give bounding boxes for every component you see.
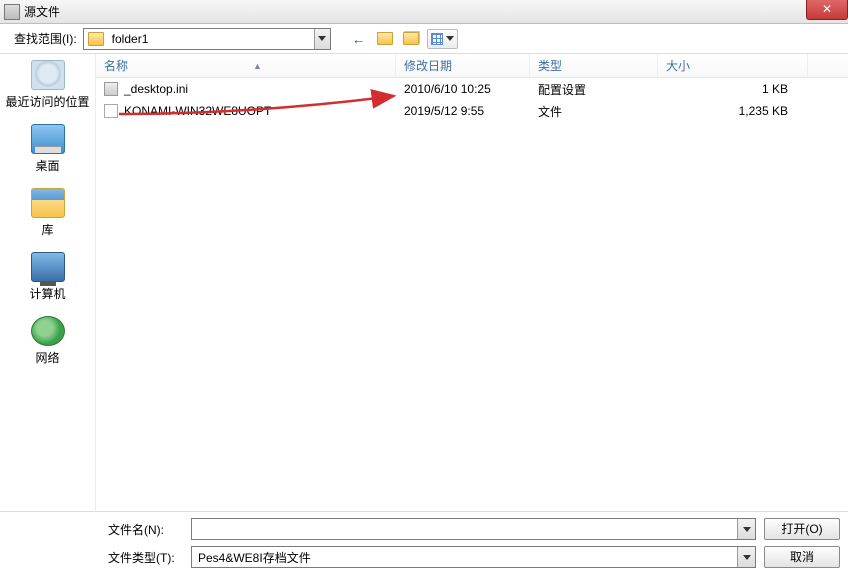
file-size-cell: 1,235 KB [658,104,808,118]
chevron-down-icon [446,36,454,41]
column-name[interactable]: 名称 ▲ [96,54,396,77]
chevron-down-icon [743,555,751,560]
places-bar: 最近访问的位置 桌面 库 计算机 网络 [0,54,96,511]
place-desktop[interactable]: 桌面 [0,124,95,174]
nav-buttons: ← [349,29,458,49]
new-folder-button[interactable] [401,29,421,49]
path-dropdown-button[interactable] [314,29,330,49]
file-date-cell: 2010/6/10 10:25 [396,82,530,96]
window-title: 源文件 [24,3,60,20]
back-button[interactable]: ← [349,29,369,49]
close-icon: ✕ [822,2,832,16]
path-text: folder1 [108,32,314,46]
chevron-down-icon [743,527,751,532]
file-name-cell: _desktop.ini [96,82,396,96]
folder-up-icon [377,32,393,45]
folder-icon [88,32,104,46]
computer-icon [31,252,65,282]
column-name-label: 名称 [104,57,128,74]
lookin-label: 查找范围(I): [14,30,77,47]
column-headers: 名称 ▲ 修改日期 类型 大小 [96,54,848,78]
filename-combobox[interactable] [191,518,756,540]
file-name: _desktop.ini [124,82,188,96]
sort-asc-icon: ▲ [253,61,262,71]
place-network[interactable]: 网络 [0,316,95,366]
place-computer[interactable]: 计算机 [0,252,95,302]
desktop-icon [31,124,65,154]
folder-new-icon [403,32,419,45]
open-button[interactable]: 打开(O) [764,518,840,540]
main-area: 最近访问的位置 桌面 库 计算机 网络 名称 ▲ 修改日期 类型 大小 _desk… [0,54,848,511]
column-type[interactable]: 类型 [530,54,658,77]
filetype-value: Pes4&WE8I存档文件 [192,549,737,566]
up-folder-button[interactable] [375,29,395,49]
place-libraries[interactable]: 库 [0,188,95,238]
file-generic-icon [104,104,118,118]
place-recent[interactable]: 最近访问的位置 [0,60,95,110]
column-date[interactable]: 修改日期 [396,54,530,77]
column-size[interactable]: 大小 [658,54,808,77]
column-size-label: 大小 [666,57,690,74]
place-label: 最近访问的位置 [0,93,95,110]
filetype-label: 文件类型(T): [108,549,183,566]
file-type-cell: 配置设置 [530,81,658,98]
filename-dropdown-button[interactable] [737,519,755,539]
recent-icon [31,60,65,90]
file-row[interactable]: KONAMI-WIN32WE8UOPT 2019/5/12 9:55 文件 1,… [96,100,848,122]
bottom-panel: 文件名(N): 打开(O) 文件类型(T): Pes4&WE8I存档文件 取消 [0,511,848,571]
filetype-dropdown-button[interactable] [737,547,755,567]
toolbar: 查找范围(I): folder1 ← [0,24,848,54]
chevron-down-icon [318,36,326,41]
cancel-button-label: 取消 [790,550,814,564]
views-grid-icon [431,33,443,45]
file-name: KONAMI-WIN32WE8UOPT [124,104,271,118]
place-label: 库 [0,221,95,238]
filename-label: 文件名(N): [108,521,183,538]
file-type-cell: 文件 [530,103,658,120]
cancel-button[interactable]: 取消 [764,546,840,568]
app-icon [4,4,20,20]
file-size-cell: 1 KB [658,82,808,96]
column-type-label: 类型 [538,57,562,74]
place-label: 桌面 [0,157,95,174]
views-button[interactable] [427,29,458,49]
path-combobox[interactable]: folder1 [83,28,331,50]
back-arrow-icon: ← [352,31,366,47]
libraries-icon [31,188,65,218]
filetype-combobox[interactable]: Pes4&WE8I存档文件 [191,546,756,568]
open-button-label: 打开(O) [781,522,822,536]
file-date-cell: 2019/5/12 9:55 [396,104,530,118]
file-list: 名称 ▲ 修改日期 类型 大小 _desktop.ini 2010/6/10 10… [96,54,848,511]
network-icon [31,316,65,346]
column-date-label: 修改日期 [404,57,452,74]
file-config-icon [104,82,118,96]
file-row[interactable]: _desktop.ini 2010/6/10 10:25 配置设置 1 KB [96,78,848,100]
place-label: 网络 [0,349,95,366]
file-name-cell: KONAMI-WIN32WE8UOPT [96,104,396,118]
close-button[interactable]: ✕ [806,0,848,20]
place-label: 计算机 [0,285,95,302]
title-bar: 源文件 ✕ [0,0,848,24]
